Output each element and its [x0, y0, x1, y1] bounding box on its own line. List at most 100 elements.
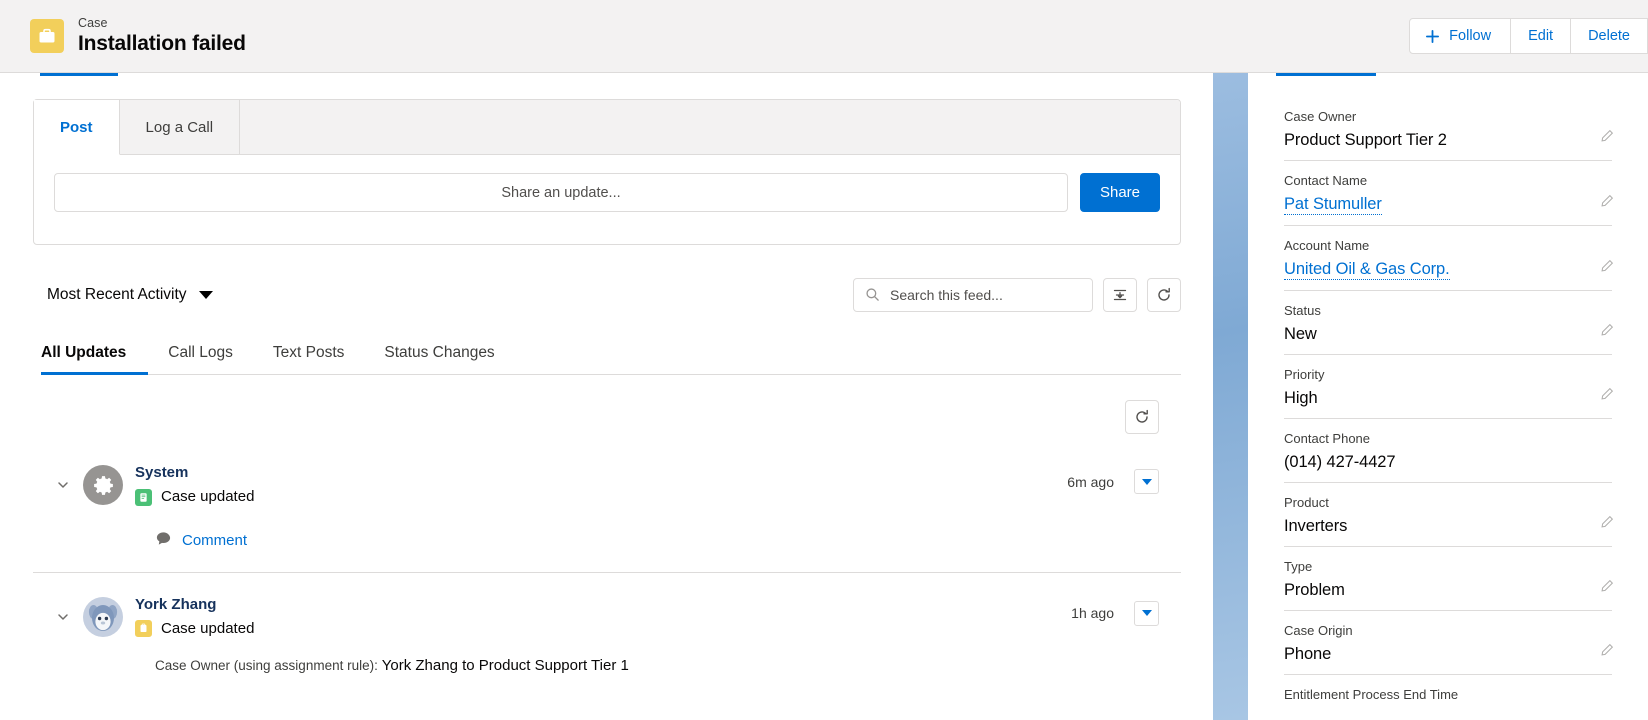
search-feed-input[interactable]	[853, 278, 1093, 312]
edit-button[interactable]: Edit	[1510, 18, 1572, 54]
field-value	[1284, 709, 1612, 720]
follow-button[interactable]: Follow	[1409, 18, 1512, 54]
feed-control-actions	[853, 278, 1181, 312]
tab-text-posts[interactable]: Text Posts	[253, 344, 365, 374]
feed-item-author[interactable]: York Zhang	[135, 595, 254, 615]
tab-all-updates[interactable]: All Updates	[41, 344, 149, 375]
sidebar-background-strip	[1213, 73, 1248, 720]
edit-pencil-icon[interactable]	[1600, 194, 1614, 213]
edit-pencil-icon[interactable]	[1600, 387, 1614, 406]
feed-item-timestamp: 6m ago	[1067, 473, 1114, 490]
comment-icon	[155, 530, 172, 552]
tab-status-changes[interactable]: Status Changes	[364, 344, 514, 374]
tab-all-updates-label: All Updates	[41, 344, 127, 361]
edit-pencil-icon[interactable]	[1600, 579, 1614, 598]
field-value-link[interactable]: United Oil & Gas Corp.	[1284, 260, 1450, 280]
feed-item-comment-row: Comment	[155, 530, 1159, 552]
chevron-down-icon[interactable]	[55, 477, 77, 498]
tab-call-logs[interactable]: Call Logs	[148, 344, 253, 374]
publisher-tab-post-label: Post	[60, 118, 93, 136]
publisher-body: Share	[34, 155, 1180, 212]
chatter-feed-list: System Case updated 6m ago Comment York …	[33, 441, 1181, 694]
feed-item-right: 6m ago	[1067, 469, 1159, 494]
feed-item: System Case updated 6m ago Comment	[33, 441, 1181, 572]
feed-item-action-row: Case updated	[135, 487, 254, 507]
field-entitlement-process-end-time: Entitlement Process End Time	[1284, 687, 1612, 720]
publisher-tabs: Post Log a Call	[34, 100, 1180, 155]
chatter-tab-indicator	[33, 73, 1181, 81]
details-tab-indicator	[1248, 73, 1648, 81]
feed-refresh-icon[interactable]	[1125, 400, 1159, 434]
field-contact-name: Contact Name Pat Stumuller	[1284, 173, 1614, 226]
field-label: Case Origin	[1284, 623, 1353, 638]
details-field-list: Case Owner Product Support Tier 2 Contac…	[1248, 81, 1648, 720]
delete-button[interactable]: Delete	[1570, 18, 1648, 54]
feed-item-meta: System Case updated	[135, 463, 254, 508]
page-title: Installation failed	[78, 32, 246, 56]
feed-item: York Zhang Case updated 1h ago Case Owne…	[33, 571, 1181, 695]
field-value: Product Support Tier 2	[1284, 131, 1447, 149]
field-label: Case Owner	[1284, 109, 1357, 124]
feed-refresh-row	[33, 393, 1181, 441]
chatter-tab-active-bar	[40, 73, 118, 76]
edit-pencil-icon[interactable]	[1600, 515, 1614, 534]
comment-link[interactable]: Comment	[182, 532, 247, 549]
record-type-label: Case	[78, 15, 108, 30]
tab-status-changes-label: Status Changes	[384, 344, 495, 361]
edit-pencil-icon[interactable]	[1600, 259, 1614, 278]
feed-item-detail-value: York Zhang to Product Support Tier 1	[381, 657, 629, 674]
feed-filter-icon[interactable]	[1103, 278, 1137, 312]
feed-item-action: Case updated	[161, 619, 255, 637]
record-title-block: Case Installation failed	[78, 16, 246, 57]
field-value: Phone	[1284, 645, 1332, 663]
feed-item-author[interactable]: System	[135, 463, 254, 483]
field-account-name: Account Name United Oil & Gas Corp.	[1284, 238, 1614, 291]
details-card: Case Owner Product Support Tier 2 Contac…	[1248, 73, 1648, 720]
avatar	[83, 596, 123, 637]
field-label: Contact Phone	[1284, 431, 1371, 446]
feed-subtabs: All Updates Call Logs Text Posts Status …	[41, 325, 1181, 375]
refresh-icon[interactable]	[1147, 278, 1181, 312]
edit-pencil-icon[interactable]	[1600, 129, 1614, 148]
feed-item-menu-button[interactable]	[1134, 600, 1159, 626]
feed-item-right: 1h ago	[1071, 600, 1159, 626]
details-tab-active-bar	[1276, 73, 1376, 76]
feed-item-header: System Case updated	[55, 463, 1159, 508]
field-label: Account Name	[1284, 238, 1370, 253]
record-main-panel: Post Log a Call Share Most Recent Activi…	[0, 73, 1213, 720]
field-case-origin: Case Origin Phone	[1284, 623, 1614, 675]
field-value: Problem	[1284, 581, 1345, 599]
field-label: Priority	[1284, 367, 1325, 382]
share-button[interactable]: Share	[1080, 173, 1160, 212]
field-label: Type	[1284, 559, 1313, 574]
field-contact-phone: Contact Phone (014) 427-4427	[1284, 431, 1612, 483]
edit-pencil-icon[interactable]	[1600, 643, 1614, 662]
case-record-badge-yellow-icon	[135, 620, 152, 638]
field-label: Status	[1284, 303, 1321, 318]
field-value: New	[1284, 325, 1317, 343]
follow-button-label: Follow	[1449, 28, 1492, 44]
share-button-label: Share	[1099, 184, 1141, 201]
feed-search	[853, 278, 1093, 312]
field-label: Product	[1284, 495, 1329, 510]
edit-button-label: Edit	[1528, 28, 1554, 44]
field-label: Entitlement Process End Time	[1284, 687, 1459, 702]
publisher-tab-log-a-call[interactable]: Log a Call	[120, 100, 241, 154]
publisher-tab-post[interactable]: Post	[34, 100, 120, 155]
feed-item-menu-button[interactable]	[1134, 469, 1159, 494]
field-case-owner: Case Owner Product Support Tier 2	[1284, 109, 1614, 161]
feed-item-detail-label: Case Owner (using assignment rule):	[155, 658, 378, 673]
field-value-link[interactable]: Pat Stumuller	[1284, 195, 1382, 215]
chatter-publisher: Post Log a Call Share	[33, 99, 1181, 245]
share-update-input[interactable]	[54, 173, 1068, 212]
record-header: Case Installation failed Follow Edit Del…	[0, 0, 1648, 73]
field-priority: Priority High	[1284, 367, 1614, 419]
record-details-sidebar: Case Owner Product Support Tier 2 Contac…	[1213, 73, 1648, 720]
chevron-down-icon[interactable]	[55, 609, 77, 630]
field-status: Status New	[1284, 303, 1614, 355]
feed-item-header: York Zhang Case updated	[55, 595, 1159, 640]
chevron-down-icon	[198, 291, 213, 299]
edit-pencil-icon[interactable]	[1600, 323, 1614, 342]
feed-sort-dropdown[interactable]: Most Recent Activity	[33, 286, 213, 304]
delete-button-label: Delete	[1588, 28, 1630, 44]
